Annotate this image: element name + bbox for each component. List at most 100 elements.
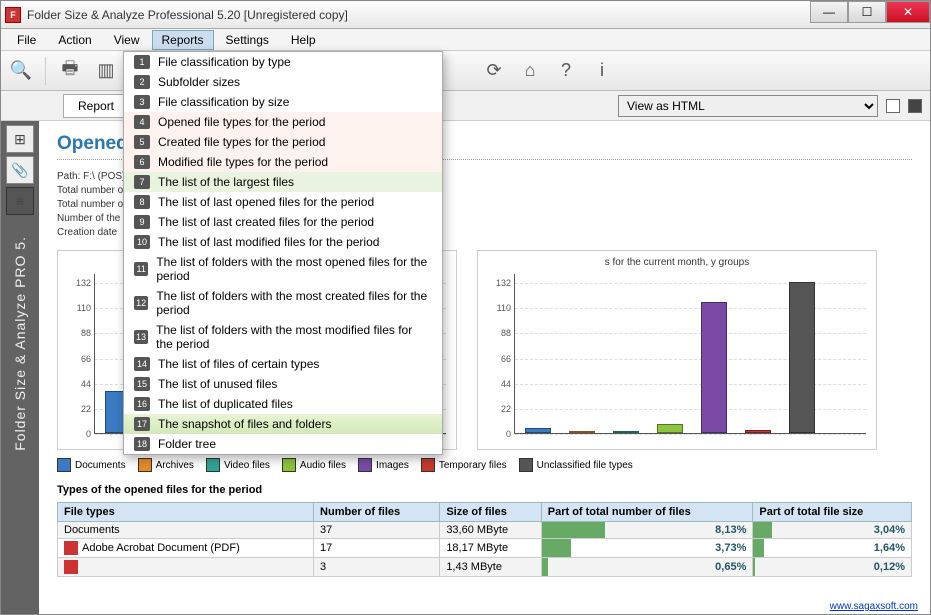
menu-number-icon: 1 xyxy=(134,55,150,69)
minimize-button[interactable]: — xyxy=(810,1,848,23)
file-types-table: File typesNumber of filesSize of filesPa… xyxy=(57,502,912,577)
menu-number-icon: 16 xyxy=(134,397,150,411)
titlebar: F Folder Size & Analyze Professional 5.2… xyxy=(1,1,930,29)
legend-item: Unclassified file types xyxy=(519,458,633,472)
reports-menu-item-6[interactable]: 6Modified file types for the period xyxy=(124,152,442,172)
bar-images xyxy=(701,302,727,433)
reports-menu-item-11[interactable]: 11The list of folders with the most open… xyxy=(124,252,442,286)
column-header[interactable]: File types xyxy=(58,503,314,522)
column-header[interactable]: Size of files xyxy=(440,503,541,522)
reports-dropdown: 1File classification by type2Subfolder s… xyxy=(123,51,443,455)
menu-number-icon: 18 xyxy=(134,437,150,451)
rail-document-icon[interactable]: ≡ xyxy=(6,187,34,215)
chart-size-of-files: s for the current month, y groups 022446… xyxy=(477,250,877,450)
menu-number-icon: 7 xyxy=(134,175,150,189)
menu-view[interactable]: View xyxy=(104,30,150,50)
menu-number-icon: 17 xyxy=(134,417,150,431)
reports-menu-item-9[interactable]: 9The list of last created files for the … xyxy=(124,212,442,232)
reports-menu-item-18[interactable]: 18Folder tree xyxy=(124,434,442,454)
home-icon[interactable]: ⌂ xyxy=(518,59,542,83)
menu-file[interactable]: File xyxy=(7,30,46,50)
search-icon[interactable]: 🔍 xyxy=(9,59,33,83)
column-header[interactable]: Number of files xyxy=(314,503,440,522)
table-row[interactable]: Documents3733,60 MByte8,13%3,04% xyxy=(58,522,912,539)
legend-item: Video files xyxy=(206,458,270,472)
help-icon[interactable]: ? xyxy=(554,59,578,83)
reports-menu-item-8[interactable]: 8The list of last opened files for the p… xyxy=(124,192,442,212)
legend-item: Archives xyxy=(138,458,194,472)
menu-number-icon: 12 xyxy=(134,296,148,310)
menu-number-icon: 8 xyxy=(134,195,150,209)
app-icon: F xyxy=(5,7,21,23)
bar-archives xyxy=(569,431,595,433)
legend-item: Audio files xyxy=(282,458,346,472)
info-icon[interactable]: i xyxy=(590,59,614,83)
table-row[interactable]: 31,43 MByte0,65%0,12% xyxy=(58,558,912,577)
menu-reports[interactable]: Reports xyxy=(152,30,214,50)
refresh-icon[interactable]: ⟳ xyxy=(482,59,506,83)
menu-help[interactable]: Help xyxy=(281,30,326,50)
chart2-title: s for the current month, y groups xyxy=(484,257,870,268)
rail-windows-icon[interactable]: ⊞ xyxy=(6,125,34,153)
left-rail: ⊞ 📎 ≡ Folder Size & Analyze PRO 5. xyxy=(1,121,39,614)
bar-video-files xyxy=(613,431,639,433)
menu-settings[interactable]: Settings xyxy=(216,30,279,50)
reports-menu-item-1[interactable]: 1File classification by type xyxy=(124,52,442,72)
app-window: F Folder Size & Analyze Professional 5.2… xyxy=(0,0,931,615)
columns-icon[interactable]: ▥ xyxy=(94,59,118,83)
chart-legend: Documents Archives Video files Audio files I… xyxy=(57,458,912,472)
pdf-icon xyxy=(64,541,78,555)
menu-number-icon: 9 xyxy=(134,215,150,229)
menubar: FileActionViewReportsSettingsHelp xyxy=(1,29,930,51)
reports-menu-item-3[interactable]: 3File classification by size xyxy=(124,92,442,112)
reports-menu-item-12[interactable]: 12The list of folders with the most crea… xyxy=(124,286,442,320)
reports-menu-item-7[interactable]: 7The list of the largest files xyxy=(124,172,442,192)
reports-menu-item-17[interactable]: 17The snapshot of files and folders xyxy=(124,414,442,434)
legend-item: Documents xyxy=(57,458,126,472)
column-header[interactable]: Part of total file size xyxy=(753,503,912,522)
reports-menu-item-4[interactable]: 4Opened file types for the period xyxy=(124,112,442,132)
reports-menu-item-2[interactable]: 2Subfolder sizes xyxy=(124,72,442,92)
view-mode-select[interactable]: View as HTML xyxy=(618,95,878,117)
print-icon[interactable]: 🖶 xyxy=(58,59,82,83)
column-header[interactable]: Part of total number of files xyxy=(541,503,753,522)
reports-menu-item-5[interactable]: 5Created file types for the period xyxy=(124,132,442,152)
menu-number-icon: 10 xyxy=(134,235,150,249)
doc-icon xyxy=(64,560,78,574)
menu-number-icon: 15 xyxy=(134,377,150,391)
rail-label: Folder Size & Analyze PRO 5. xyxy=(12,236,28,451)
layout-left-icon[interactable] xyxy=(886,99,900,113)
menu-action[interactable]: Action xyxy=(48,30,101,50)
bar-documents xyxy=(525,428,551,433)
menu-number-icon: 3 xyxy=(134,95,150,109)
reports-menu-item-10[interactable]: 10The list of last modified files for th… xyxy=(124,232,442,252)
bar-audio-files xyxy=(657,424,683,433)
menu-number-icon: 13 xyxy=(134,330,148,344)
legend-item: Images xyxy=(358,458,409,472)
maximize-button[interactable]: ☐ xyxy=(848,1,886,23)
bar-temporary-files xyxy=(745,430,771,433)
menu-number-icon: 11 xyxy=(134,262,148,276)
menu-number-icon: 14 xyxy=(134,357,150,371)
reports-menu-item-16[interactable]: 16The list of duplicated files xyxy=(124,394,442,414)
reports-menu-item-13[interactable]: 13The list of folders with the most modi… xyxy=(124,320,442,354)
window-title: Folder Size & Analyze Professional 5.20 … xyxy=(27,8,926,22)
reports-menu-item-15[interactable]: 15The list of unused files xyxy=(124,374,442,394)
bar-unclassified xyxy=(789,282,815,433)
close-button[interactable]: ✕ xyxy=(886,1,930,23)
table-row[interactable]: Adobe Acrobat Document (PDF)1718,17 MByt… xyxy=(58,539,912,558)
menu-number-icon: 2 xyxy=(134,75,150,89)
menu-number-icon: 5 xyxy=(134,135,150,149)
legend-item: Temporary files xyxy=(421,458,507,472)
table-section-title: Types of the opened files for the period xyxy=(57,484,912,496)
window-controls: — ☐ ✕ xyxy=(810,1,930,23)
menu-number-icon: 4 xyxy=(134,115,150,129)
rail-attach-icon[interactable]: 📎 xyxy=(6,156,34,184)
chart2-plot: 022446688110132 xyxy=(514,274,866,434)
layout-right-icon[interactable] xyxy=(908,99,922,113)
tab-report[interactable]: Report xyxy=(63,94,129,118)
menu-number-icon: 6 xyxy=(134,155,150,169)
reports-menu-item-14[interactable]: 14The list of files of certain types xyxy=(124,354,442,374)
separator xyxy=(45,57,46,85)
footer-link[interactable]: www.sagaxsoft.com xyxy=(830,601,918,612)
